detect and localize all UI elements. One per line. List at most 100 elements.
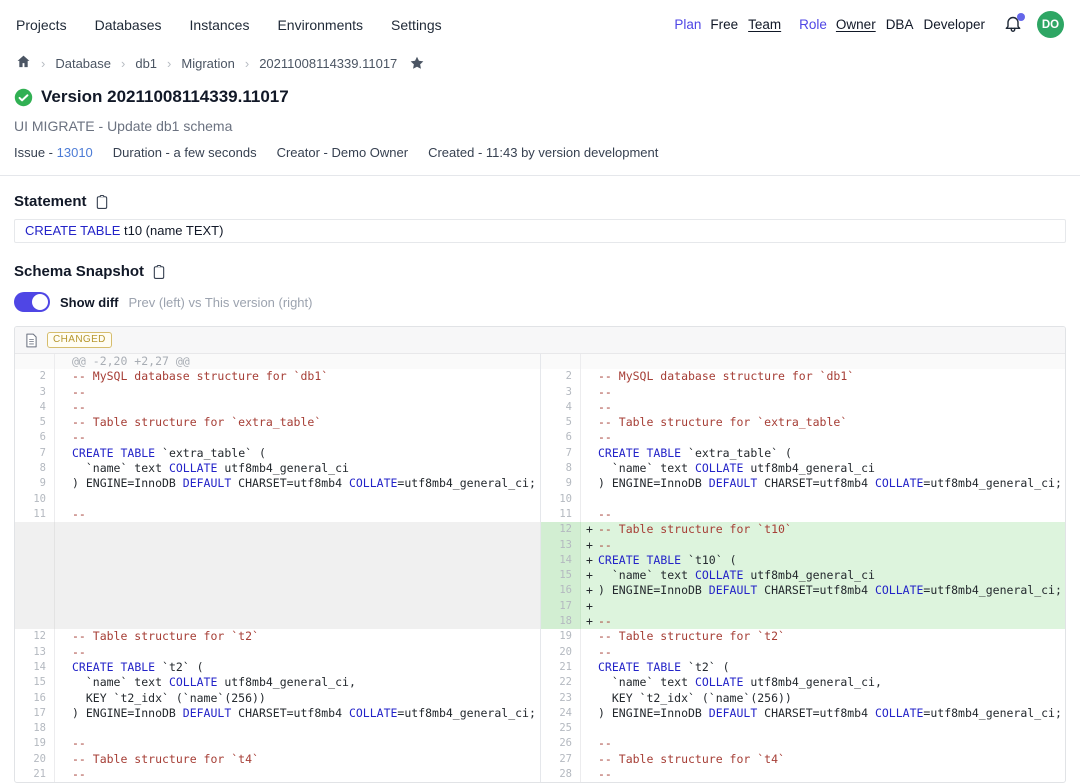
line-content: ) ENGINE=InnoDB DEFAULT CHARSET=utf8mb4 …: [581, 706, 1062, 721]
line-number: 7: [541, 446, 581, 461]
line-number: [15, 553, 55, 568]
line-content: --: [55, 400, 86, 415]
statement-section-heading: Statement: [0, 176, 1080, 219]
version-meta: Issue - 13010Duration - a few secondsCre…: [0, 134, 1080, 175]
line-content: --: [581, 400, 612, 415]
line-content: [55, 614, 72, 629]
role-option-developer[interactable]: Developer: [923, 17, 985, 32]
line-number: [541, 354, 581, 369]
diff-line: 13 --: [15, 645, 540, 660]
check-circle-icon: [14, 88, 33, 107]
issue-link[interactable]: 13010: [57, 145, 93, 160]
show-diff-toggle[interactable]: [14, 292, 50, 312]
diff-spacer-row: [15, 599, 540, 614]
notification-bell-icon[interactable]: [1003, 15, 1023, 35]
line-number: [15, 522, 55, 537]
diff-line: +17: [541, 599, 1065, 614]
line-number: 11: [15, 507, 55, 522]
nav-item-environments[interactable]: Environments: [277, 17, 363, 33]
star-icon[interactable]: [409, 55, 425, 71]
plan-option-team[interactable]: Team: [748, 17, 781, 32]
avatar[interactable]: DO: [1037, 11, 1064, 38]
role-label[interactable]: Role: [799, 17, 827, 32]
chevron-right-icon: ›: [245, 56, 249, 71]
diff-line: +18--: [541, 614, 1065, 629]
line-number: 6: [541, 430, 581, 445]
breadcrumb-items: ›Database›db1›Migration›20211008114339.1…: [41, 56, 397, 71]
line-number: 10: [541, 492, 581, 507]
diff-line: 20--: [541, 645, 1065, 660]
line-number: 28: [541, 767, 581, 782]
line-number: 21: [541, 660, 581, 675]
diff-line: +16) ENGINE=InnoDB DEFAULT CHARSET=utf8m…: [541, 583, 1065, 598]
diff-line: 7CREATE TABLE `extra_table` (: [15, 446, 540, 461]
sql-comment: -- Table structure for `extra_table`: [72, 415, 321, 429]
line-content: -- MySQL database structure for `db1`: [55, 369, 328, 384]
breadcrumb-item[interactable]: Migration: [181, 56, 234, 71]
line-content: [581, 492, 598, 507]
diff-spacer-row: [15, 538, 540, 553]
line-number: 11: [541, 507, 581, 522]
nav-item-projects[interactable]: Projects: [16, 17, 67, 33]
role-option-dba[interactable]: DBA: [886, 17, 914, 32]
line-number: 9: [15, 476, 55, 491]
line-content: `name` text COLLATE utf8mb4_general_ci: [581, 461, 875, 476]
line-content: -- Table structure for `t2`: [581, 629, 785, 644]
sql-keyword: CREATE: [598, 446, 640, 460]
line-content: --: [55, 385, 86, 400]
chevron-right-icon: ›: [41, 56, 45, 71]
copy-statement-icon[interactable]: [95, 194, 109, 210]
plan-label[interactable]: Plan: [674, 17, 701, 32]
meta-value: Demo Owner: [332, 145, 409, 160]
diff-pane-previous[interactable]: @@ -2,20 +2,27 @@2-- MySQL database stru…: [15, 354, 540, 782]
breadcrumb-item[interactable]: 20211008114339.11017: [259, 56, 397, 71]
line-content: [55, 568, 72, 583]
diff-line: 2-- MySQL database structure for `db1`: [15, 369, 540, 384]
line-content: CREATE TABLE `t10` (: [581, 553, 737, 568]
diff-line: 3--: [15, 385, 540, 400]
sql-comment: -- Table structure for `t4`: [598, 752, 785, 766]
nav-item-databases[interactable]: Databases: [95, 17, 162, 33]
sql-keyword: DEFAULT: [709, 476, 757, 490]
line-number: 13: [15, 645, 55, 660]
sql-keyword: TABLE: [120, 446, 155, 460]
line-content: KEY `t2_idx` (`name`(256)): [581, 691, 792, 706]
nav-item-instances[interactable]: Instances: [190, 17, 250, 33]
breadcrumb-item[interactable]: db1: [135, 56, 157, 71]
copy-schema-icon[interactable]: [152, 264, 166, 280]
plan-options: Free Team: [710, 17, 791, 32]
line-number: 27: [541, 752, 581, 767]
line-number: 8: [541, 461, 581, 476]
role-option-owner[interactable]: Owner: [836, 17, 876, 32]
sql-keyword: DEFAULT: [183, 476, 231, 490]
diff-line: 5-- Table structure for `extra_table`: [541, 415, 1065, 430]
plan-option-free[interactable]: Free: [710, 17, 738, 32]
top-nav: Projects Databases Instances Environments Se…: [0, 0, 1080, 47]
line-number: 16: [15, 691, 55, 706]
home-icon[interactable]: [16, 54, 31, 72]
meta-item: Created - 11:43 by version development: [428, 145, 658, 160]
page-title: Version 20211008114339.11017: [41, 87, 289, 107]
breadcrumb-item[interactable]: Database: [55, 56, 111, 71]
sql-keyword: TABLE: [646, 446, 681, 460]
line-number: 13: [541, 538, 581, 553]
meta-item: Duration - a few seconds: [113, 145, 257, 160]
chevron-right-icon: ›: [121, 56, 125, 71]
diff-line: 22 `name` text COLLATE utf8mb4_general_c…: [541, 675, 1065, 690]
line-content: -- Table structure for `t10`: [581, 522, 792, 537]
sql-comment: --: [72, 385, 86, 399]
line-number: 12: [541, 522, 581, 537]
sql-keyword: COLLATE: [169, 461, 217, 475]
statement-sql[interactable]: CREATE TABLE t10 (name TEXT): [14, 219, 1066, 243]
line-content: ) ENGINE=InnoDB DEFAULT CHARSET=utf8mb4 …: [55, 476, 536, 491]
line-number: 2: [15, 369, 55, 384]
sql-keyword: COLLATE: [875, 476, 923, 490]
line-number: 20: [541, 645, 581, 660]
nav-item-settings[interactable]: Settings: [391, 17, 442, 33]
diff-spacer-row: [15, 553, 540, 568]
diff-line: 17) ENGINE=InnoDB DEFAULT CHARSET=utf8mb…: [15, 706, 540, 721]
line-content: [55, 599, 72, 614]
diff-pane-current[interactable]: 2-- MySQL database structure for `db1`3-…: [540, 354, 1065, 782]
nav-right: Plan Free Team Role Owner DBA Developer DO: [674, 11, 1064, 38]
sql-comment: --: [72, 645, 86, 659]
